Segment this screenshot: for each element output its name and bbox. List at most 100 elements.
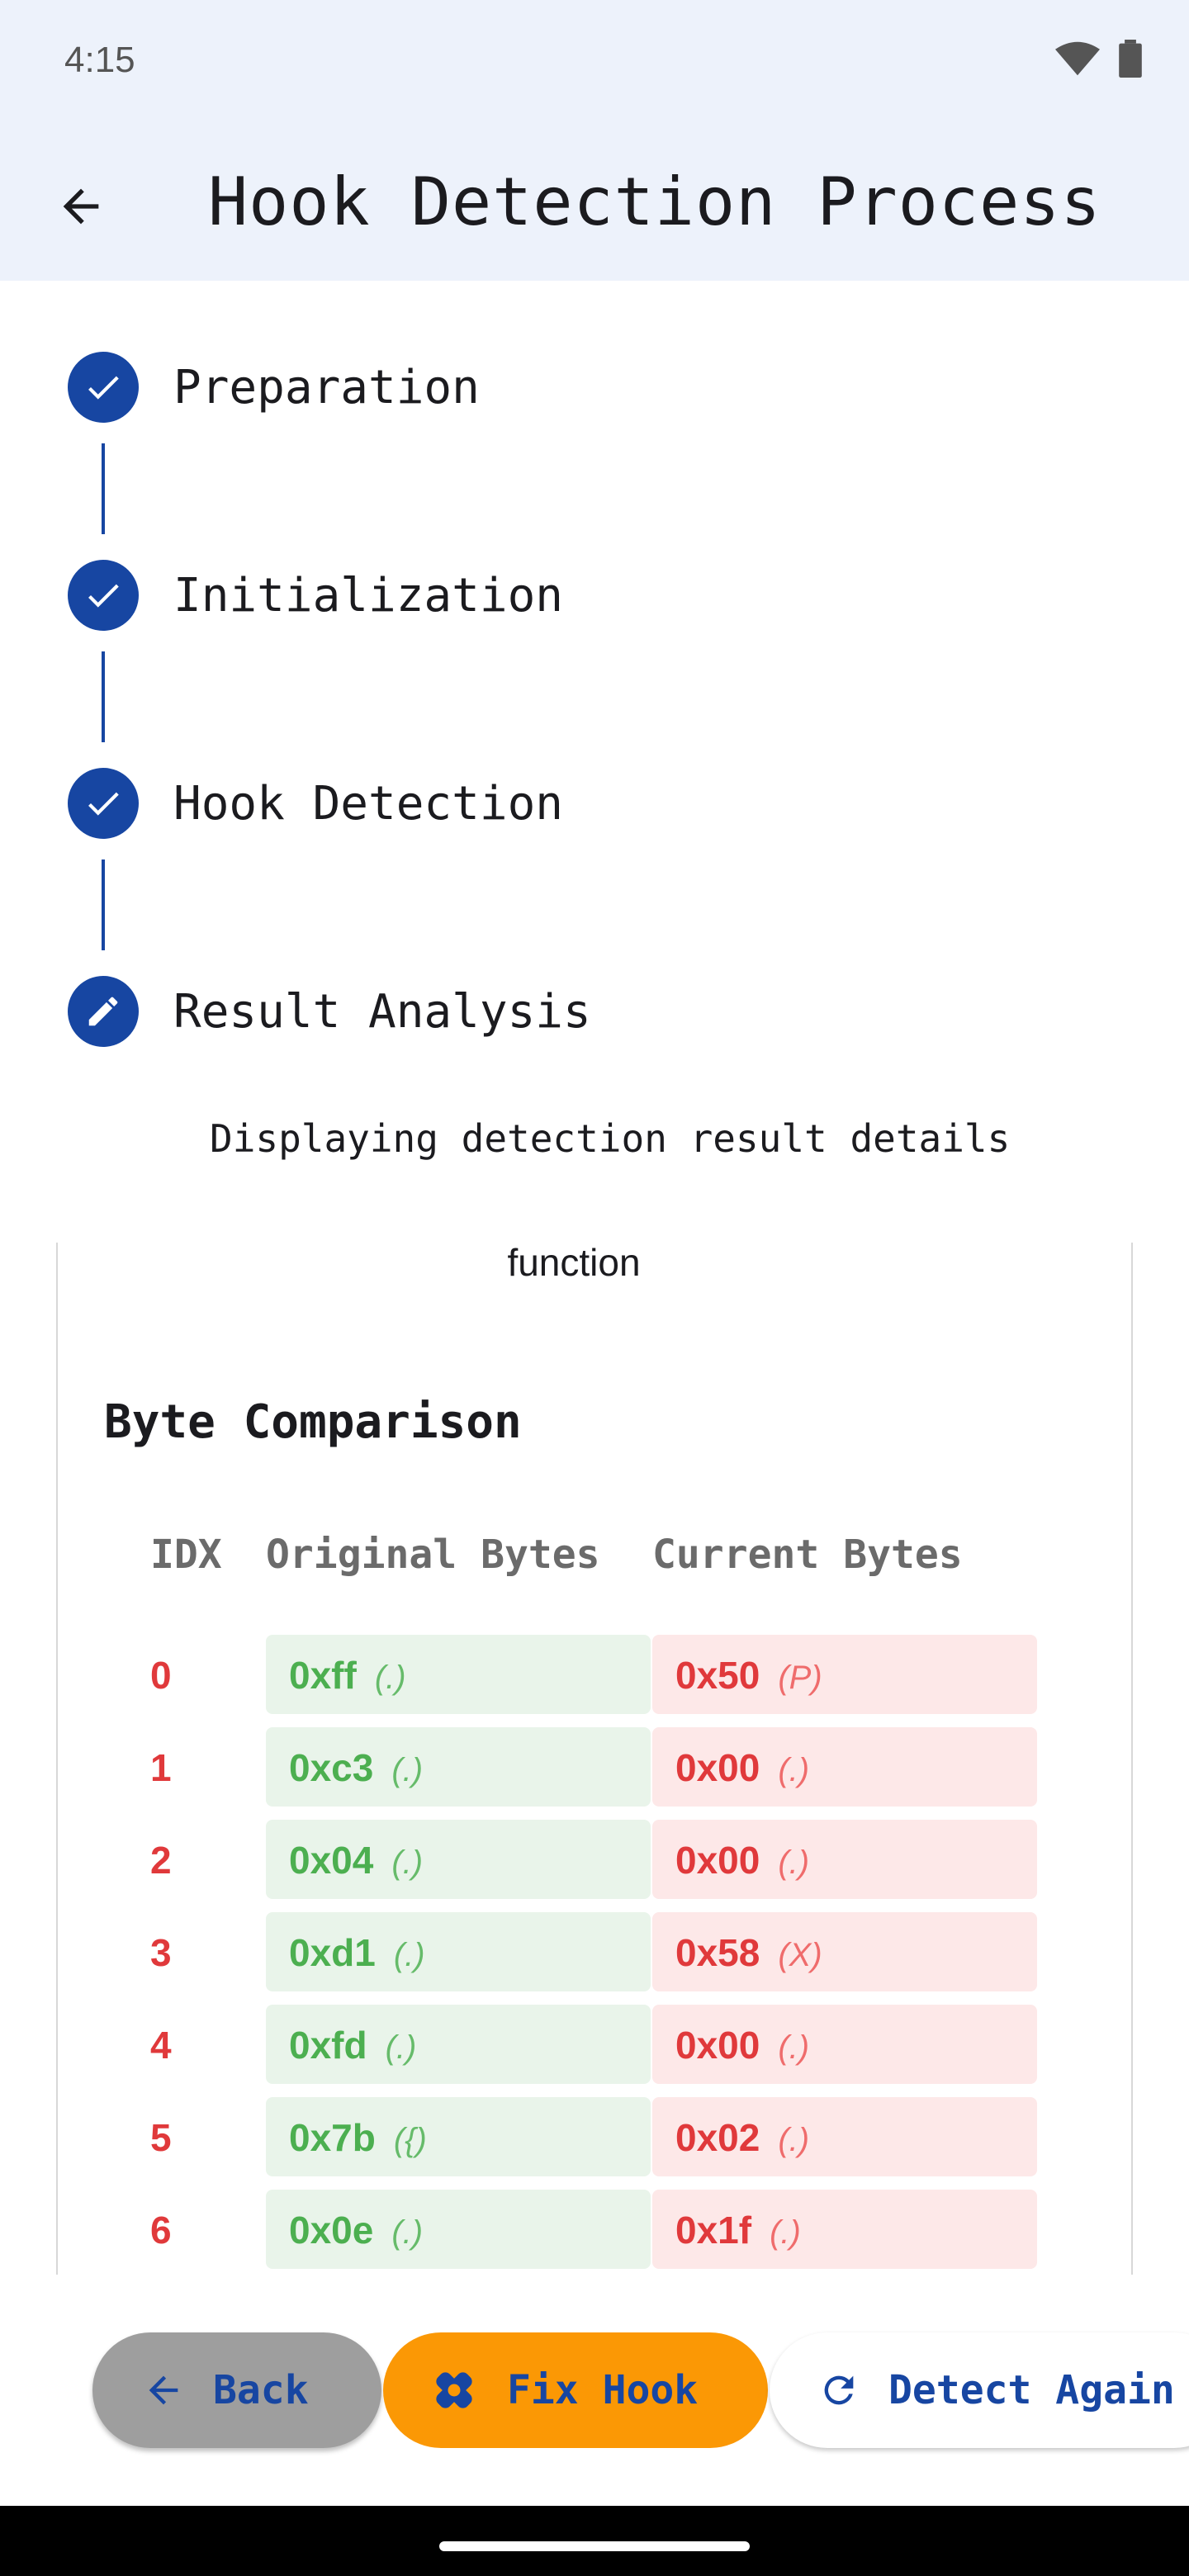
current-byte-cell: 0x58 (X) [652, 1912, 1037, 1991]
status-time: 4:15 [64, 40, 135, 80]
original-byte-cell: 0xd1 (.) [266, 1912, 651, 1991]
bandage-icon [429, 2365, 479, 2415]
current-char: (X) [778, 1937, 822, 1973]
step-result-analysis[interactable]: Result Analysis [68, 976, 591, 1047]
current-byte-cell: 0x1f (.) [652, 2190, 1037, 2269]
original-hex: 0xc3 [289, 1746, 374, 1789]
current-hex: 0x02 [675, 2116, 760, 2159]
step-connector [102, 859, 105, 950]
step-initialization[interactable]: Initialization [68, 560, 563, 631]
step-done-indicator [68, 560, 139, 631]
current-byte-cell: 0x02 (.) [652, 2097, 1037, 2176]
current-byte-cell: 0x00 (.) [652, 1727, 1037, 1807]
current-hex: 0x00 [675, 1746, 760, 1789]
current-char: (.) [778, 2122, 810, 2158]
row-index: 3 [150, 1931, 172, 1974]
original-byte-cell: 0xc3 (.) [266, 1727, 651, 1807]
original-byte-cell: 0xff (.) [266, 1635, 651, 1714]
current-char: (.) [770, 2214, 801, 2251]
check-icon [88, 376, 119, 400]
step-label: Initialization [173, 568, 564, 623]
wifi-icon [1055, 41, 1100, 76]
original-hex: 0x7b [289, 2116, 376, 2159]
fix-hook-button[interactable]: Fix Hook [383, 2332, 768, 2448]
function-label: function [507, 1241, 641, 1284]
current-byte-cell: 0x00 (.) [652, 1820, 1037, 1899]
home-gesture-handle[interactable] [439, 2541, 750, 2551]
status-icons [1055, 40, 1143, 78]
step-label: Preparation [173, 360, 480, 414]
current-byte-cell: 0x00 (.) [652, 2005, 1037, 2084]
original-hex: 0x0e [289, 2209, 374, 2252]
original-char: (.) [393, 1937, 425, 1973]
step-preparation[interactable]: Preparation [68, 352, 480, 423]
step-done-indicator [68, 768, 139, 839]
table-row: 2 0x04 (.) 0x00 (.) [0, 1820, 1189, 1899]
step-done-indicator [68, 352, 139, 423]
app-bar: Hook Detection Process [0, 124, 1189, 281]
table-row: 4 0xfd (.) 0x00 (.) [0, 2005, 1189, 2084]
back-arrow-button[interactable] [46, 172, 116, 241]
section-title: Byte Comparison [104, 1395, 522, 1449]
current-hex: 0x00 [675, 1839, 760, 1882]
step-label: Hook Detection [173, 776, 564, 831]
current-char: (.) [778, 1844, 810, 1881]
original-char: (.) [391, 1844, 424, 1881]
original-byte-cell: 0x0e (.) [266, 2190, 651, 2269]
current-hex: 0x50 [675, 1654, 760, 1697]
system-navigation-bar [0, 2506, 1189, 2576]
detect-again-button[interactable]: Detect Again [770, 2332, 1189, 2448]
row-index: 1 [150, 1746, 172, 1789]
column-header-idx: IDX [150, 1532, 222, 1578]
status-bar: 4:15 [0, 0, 1189, 124]
row-index: 0 [150, 1654, 172, 1697]
current-char: (.) [778, 2029, 810, 2066]
current-char: (.) [778, 1752, 810, 1788]
column-header-current: Current Bytes [652, 1532, 963, 1578]
current-hex: 0x58 [675, 1931, 760, 1974]
battery-icon [1119, 40, 1142, 78]
original-hex: 0x04 [289, 1839, 374, 1882]
current-byte-cell: 0x50 (P) [652, 1635, 1037, 1714]
original-char: (.) [385, 2029, 417, 2066]
detect-again-label: Detect Again [888, 2367, 1175, 2413]
pencil-icon [88, 997, 118, 1026]
arrow-left-icon [142, 2369, 185, 2412]
step-connector [102, 651, 105, 742]
check-icon [88, 792, 119, 816]
row-index: 5 [150, 2116, 172, 2159]
check-icon [88, 584, 119, 608]
original-hex: 0xfd [289, 2024, 367, 2067]
table-row: 5 0x7b ({) 0x02 (.) [0, 2097, 1189, 2176]
original-byte-cell: 0xfd (.) [266, 2005, 651, 2084]
arrow-left-icon [63, 188, 99, 225]
original-char: (.) [391, 1752, 424, 1788]
table-row: 0 0xff (.) 0x50 (P) [0, 1635, 1189, 1714]
fix-hook-label: Fix Hook [507, 2367, 699, 2413]
step-active-indicator [68, 976, 139, 1047]
original-hex: 0xff [289, 1654, 357, 1697]
page-title: Hook Detection Process [208, 163, 1101, 240]
table-row: 1 0xc3 (.) 0x00 (.) [0, 1727, 1189, 1807]
original-char: (.) [374, 1660, 406, 1696]
original-byte-cell: 0x04 (.) [266, 1820, 651, 1899]
original-byte-cell: 0x7b ({) [266, 2097, 651, 2176]
step-hook-detection[interactable]: Hook Detection [68, 768, 563, 839]
table-row: 3 0xd1 (.) 0x58 (X) [0, 1912, 1189, 1991]
current-hex: 0x1f [675, 2209, 752, 2252]
back-button[interactable]: Back [92, 2332, 381, 2448]
column-header-original: Original Bytes [266, 1532, 600, 1578]
current-hex: 0x00 [675, 2024, 760, 2067]
original-char: ({) [393, 2122, 427, 2158]
table-row: 6 0x0e (.) 0x1f (.) [0, 2190, 1189, 2269]
row-index: 2 [150, 1839, 172, 1882]
current-char: (P) [778, 1660, 822, 1696]
row-index: 6 [150, 2209, 172, 2252]
original-hex: 0xd1 [289, 1931, 376, 1974]
original-char: (.) [391, 2214, 424, 2251]
step-connector [102, 443, 105, 534]
row-index: 4 [150, 2024, 172, 2067]
step-subtitle: Displaying detection result details [210, 1116, 1011, 1161]
step-label: Result Analysis [173, 984, 591, 1039]
refresh-icon [817, 2369, 860, 2412]
